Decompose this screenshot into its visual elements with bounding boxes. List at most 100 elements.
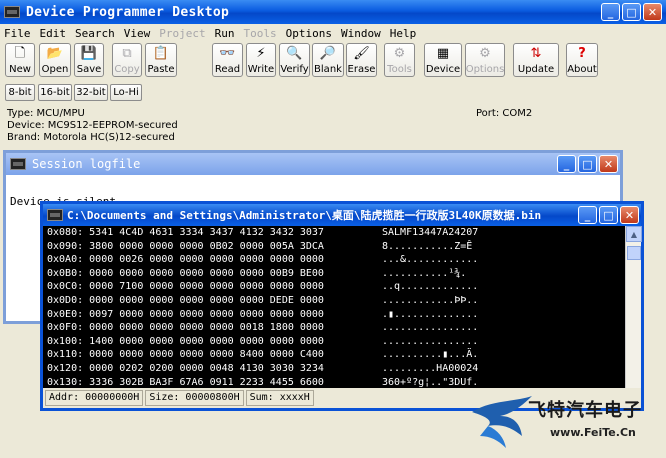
menu-help[interactable]: Help [390,27,417,40]
menu-search[interactable]: Search [75,27,115,40]
hex-row-ascii: .........HA00024 [382,362,479,374]
session-title: Session logfile [32,157,141,171]
hex-row-address: 0x090: [47,240,84,252]
hex-data-area[interactable]: 0x080: 5341 4C4D 4631 3334 3437 4132 343… [43,226,625,388]
copy-button: ⧉ Copy [112,43,142,77]
minimize-button[interactable]: _ [601,3,620,21]
menu-edit[interactable]: Edit [40,27,67,40]
hex-chip-icon [47,209,63,221]
hex-row[interactable]: 0x080: 5341 4C4D 4631 3334 3437 4132 343… [43,226,625,240]
menu-view[interactable]: View [124,27,151,40]
hex-row-bytes: 0000 7100 0000 0000 0000 0000 0000 0000 [89,281,324,293]
device-name: Device: MC9S12-EEPROM-secured [7,120,178,131]
menu-window[interactable]: Window [341,27,381,40]
paste-button[interactable]: 📋 Paste [145,43,177,77]
scroll-thumb[interactable] [627,246,641,260]
hex-maximize-button[interactable]: □ [599,206,618,224]
update-button[interactable]: ⇅ Update [513,43,559,77]
write-button[interactable]: ⚡ Write [246,43,276,77]
erase-button[interactable]: 🖌 Erase [346,43,377,77]
hex-row[interactable]: 0x100: 1400 0000 0000 0000 0000 0000 000… [43,335,625,349]
hex-row-bytes: 1400 0000 0000 0000 0000 0000 0000 0000 [89,335,324,347]
hex-minimize-button[interactable]: _ [578,206,597,224]
verify-button[interactable]: 🔍 Verify [279,43,310,77]
hex-row[interactable]: 0x0E0: 0097 0000 0000 0000 0000 0000 000… [43,308,625,322]
scroll-up-arrow-icon[interactable]: ▲ [626,226,642,242]
feite-logo: 飞特汽车电子 www.FeiTe.Cn [470,392,660,452]
menu-file[interactable]: File [4,27,31,40]
hex-row[interactable]: 0x090: 3800 0000 0000 0000 0B02 0000 005… [43,240,625,254]
hex-row[interactable]: 0x0C0: 0000 7100 0000 0000 0000 0000 000… [43,280,625,294]
menu-options[interactable]: Options [286,27,332,40]
32bit-button[interactable]: 32-bit [74,84,108,101]
options-icon: ⚙ [479,46,491,61]
hex-row-address: 0x0F0: [47,322,84,334]
hex-row-bytes: 3800 0000 0000 0000 0B02 0000 005A 3DCA [89,240,324,252]
update-arrows-icon: ⇅ [530,46,542,61]
hex-row-address: 0x100: [47,335,84,347]
save-disk-icon: 💾 [80,46,98,61]
hex-titlebar[interactable]: C:\Documents and Settings\Administrator\… [43,204,641,226]
hex-row-address: 0x130: [47,376,84,388]
read-glasses-icon: 👓 [219,46,236,61]
session-maximize-button[interactable]: □ [578,155,597,173]
hex-row-bytes: 0000 0000 0000 0000 0000 0000 DEDE 0000 [89,294,324,306]
status-size: Size: 00000800H [145,390,244,406]
session-chip-icon [10,158,26,170]
16bit-button[interactable]: 16-bit [38,84,72,101]
8bit-button[interactable]: 8-bit [5,84,35,101]
device-button[interactable]: ▦ Device [424,43,462,77]
status-addr: Addr: 00000000H [45,390,144,406]
hex-row-ascii: ...&............ [382,254,479,266]
hex-row-address: 0x0A0: [47,254,84,266]
hex-file-title: C:\Documents and Settings\Administrator\… [67,209,542,222]
hex-row-address: 0x110: [47,349,84,361]
hex-row-bytes: 0000 0000 0000 0000 0000 0018 1800 0000 [89,322,324,334]
hex-row[interactable]: 0x0B0: 0000 0000 0000 0000 0000 0000 00B… [43,267,625,281]
hex-row-ascii: ..q............. [382,281,479,293]
hex-close-button[interactable]: ✕ [620,206,639,224]
hex-row-bytes: 0000 0000 0000 0000 0000 0000 00B9 BE00 [89,267,324,279]
hex-row[interactable]: 0x120: 0000 0202 0200 0000 0048 4130 303… [43,362,625,376]
menu-bar: File Edit Search View Project Run Tools … [0,24,666,42]
hex-row-address: 0x0D0: [47,294,84,306]
tools-icon: ⚙ [393,46,406,61]
hex-row-bytes: 3336 302B BA3F 67A6 0911 2233 4455 6600 [89,376,324,388]
lohi-button[interactable]: Lo-Hi [110,84,142,101]
session-close-button[interactable]: ✕ [599,155,618,173]
close-button[interactable]: ✕ [643,3,662,21]
hex-row[interactable]: 0x0A0: 0000 0026 0000 0000 0000 0000 000… [43,253,625,267]
session-titlebar[interactable]: Session logfile _ □ ✕ [6,153,620,175]
app-chip-icon [4,6,20,18]
open-button[interactable]: 📂 Open [39,43,71,77]
hex-row[interactable]: 0x0D0: 0000 0000 0000 0000 0000 0000 DED… [43,294,625,308]
menu-run[interactable]: Run [215,27,235,40]
session-minimize-button[interactable]: _ [557,155,576,173]
device-info: Type: MCU/MPU Device: MC9S12-EEPROM-secu… [7,108,178,144]
window-title: Device Programmer Desktop [26,4,230,20]
hex-row-ascii: ................ [382,322,479,334]
tools-button: ⚙ Tools [384,43,415,77]
erase-brush-icon: 🖌 [353,46,370,61]
port-label: Port: COM2 [476,108,533,119]
save-button[interactable]: 💾 Save [74,43,104,77]
hex-row[interactable]: 0x130: 3336 302B BA3F 67A6 0911 2233 445… [43,376,625,388]
verify-magnifier-icon: 🔍 [286,46,303,61]
hex-row-bytes: 0000 0000 0000 0000 0000 8400 0000 C400 [89,349,324,361]
new-file-icon: 🗋 [14,46,26,61]
hex-row[interactable]: 0x110: 0000 0000 0000 0000 0000 8400 000… [43,348,625,362]
blank-magnifier-icon: 🔎 [319,46,337,61]
hex-row-address: 0x080: [47,227,84,238]
new-button[interactable]: 🗋 New [5,43,35,77]
maximize-button[interactable]: □ [622,3,641,21]
hex-editor-window[interactable]: C:\Documents and Settings\Administrator\… [40,201,644,411]
hex-row[interactable]: 0x0F0: 0000 0000 0000 0000 0000 0018 180… [43,321,625,335]
hex-row-address: 0x0C0: [47,281,84,293]
blank-button[interactable]: 🔎 Blank [312,43,344,77]
read-button[interactable]: 👓 Read [212,43,243,77]
about-button[interactable]: ? About [566,43,598,77]
hex-row-bytes: 0000 0202 0200 0000 0048 4130 3030 3234 [89,362,324,374]
logo-chinese-text: 飞特汽车电子 [528,400,642,421]
write-bolt-icon: ⚡ [256,46,266,61]
hex-vertical-scrollbar[interactable]: ▲ [625,226,642,388]
